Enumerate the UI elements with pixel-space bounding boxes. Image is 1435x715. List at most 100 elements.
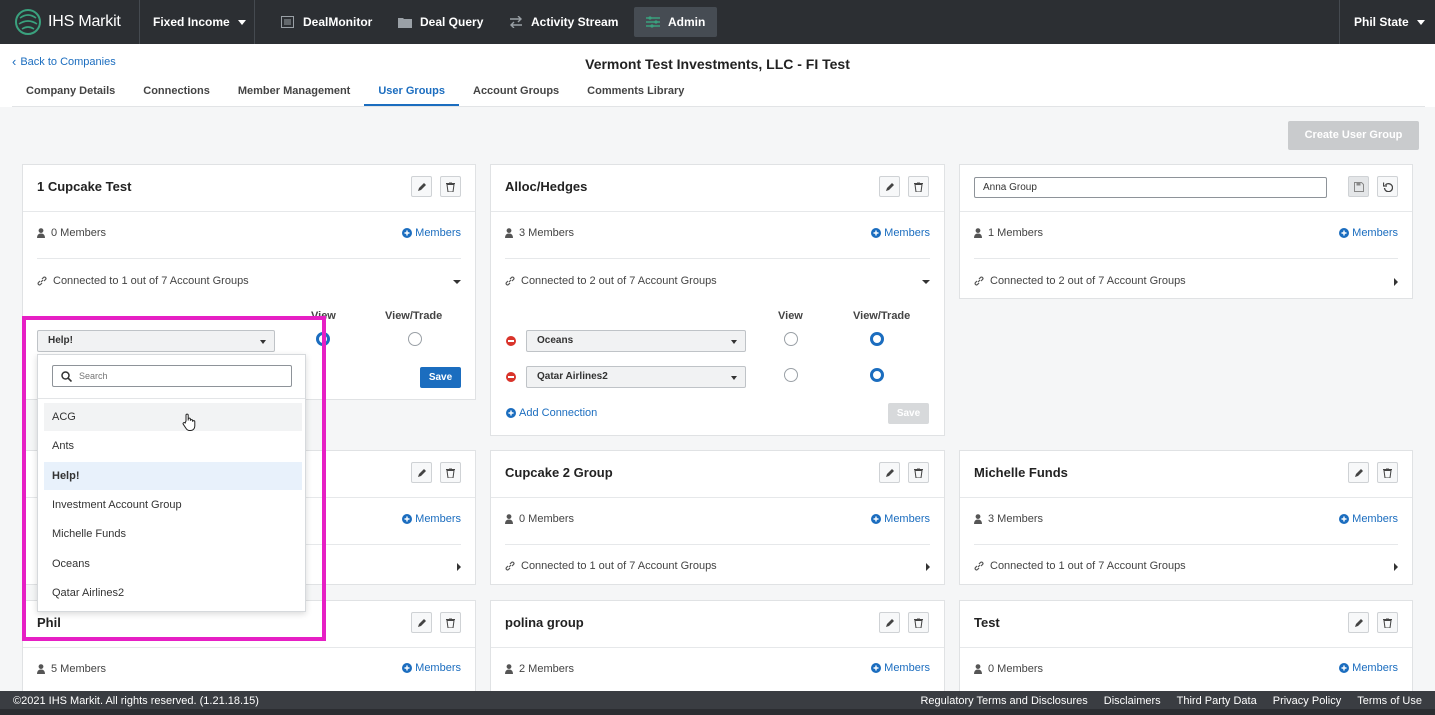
divider xyxy=(960,211,1412,212)
plus-circle-icon xyxy=(402,228,413,238)
chevron-down-icon[interactable] xyxy=(453,280,461,284)
chevron-right-icon[interactable] xyxy=(1394,278,1398,286)
nav-divider xyxy=(254,0,255,44)
members-link[interactable]: Members xyxy=(1339,513,1398,525)
members-link[interactable]: Members xyxy=(402,662,461,674)
product-menu[interactable]: Fixed Income xyxy=(153,0,246,44)
undo-icon xyxy=(1382,182,1393,192)
back-link[interactable]: ‹ Back to Companies xyxy=(12,55,116,68)
user-menu[interactable]: Phil State xyxy=(1354,0,1425,44)
save-button[interactable]: Save xyxy=(888,403,929,424)
create-user-group-button[interactable]: Create User Group xyxy=(1288,121,1419,150)
tab-user-groups[interactable]: User Groups xyxy=(364,78,459,106)
save-button[interactable]: Save xyxy=(420,367,461,388)
connected-row[interactable]: Connected to 2 out of 7 Account Groups xyxy=(505,275,717,287)
footer-link-regulatory[interactable]: Regulatory Terms and Disclosures xyxy=(920,695,1087,707)
account-group-select[interactable]: Oceans xyxy=(526,330,746,352)
tab-account-groups[interactable]: Account Groups xyxy=(459,78,573,106)
footer-link-terms[interactable]: Terms of Use xyxy=(1357,695,1422,707)
nav-divider xyxy=(139,0,140,44)
members-row: 3 Members xyxy=(974,513,1043,525)
edit-button[interactable] xyxy=(1348,612,1369,633)
view-trade-radio[interactable] xyxy=(870,368,884,382)
user-icon xyxy=(37,664,45,674)
remove-connection-icon[interactable] xyxy=(506,336,516,346)
members-row: 5 Members xyxy=(37,663,106,675)
delete-button[interactable] xyxy=(908,612,929,633)
tab-comments-library[interactable]: Comments Library xyxy=(573,78,698,106)
view-trade-radio[interactable] xyxy=(408,332,422,346)
view-trade-radio[interactable] xyxy=(870,332,884,346)
members-link-label: Members xyxy=(415,227,461,239)
members-link[interactable]: Members xyxy=(402,513,461,525)
tab-company-details[interactable]: Company Details xyxy=(12,78,129,106)
footer-links: Regulatory Terms and Disclosures Disclai… xyxy=(920,695,1422,707)
connected-row[interactable]: Connected to 1 out of 7 Account Groups xyxy=(974,560,1186,572)
members-link[interactable]: Members xyxy=(1339,227,1398,239)
view-radio[interactable] xyxy=(784,368,798,382)
trash-icon xyxy=(446,181,455,192)
admin-icon xyxy=(646,15,660,29)
edit-button[interactable] xyxy=(879,612,900,633)
nav-dealmonitor[interactable]: DealMonitor xyxy=(281,0,372,44)
edit-button[interactable] xyxy=(411,612,432,633)
members-link[interactable]: Members xyxy=(871,227,930,239)
edit-button[interactable] xyxy=(1348,462,1369,483)
chevron-right-icon[interactable] xyxy=(926,563,930,571)
view-radio[interactable] xyxy=(784,332,798,346)
connected-row[interactable]: Connected to 1 out of 7 Account Groups xyxy=(505,560,717,572)
trash-icon xyxy=(914,181,923,192)
members-link[interactable]: Members xyxy=(402,227,461,239)
nav-activity-stream[interactable]: Activity Stream xyxy=(509,0,618,44)
divider xyxy=(960,497,1412,498)
plus-circle-icon xyxy=(871,228,882,238)
add-connection-link[interactable]: Add Connection xyxy=(506,407,597,419)
nav-deal-query-label: Deal Query xyxy=(420,15,484,29)
edit-button[interactable] xyxy=(879,176,900,197)
footer-link-privacy[interactable]: Privacy Policy xyxy=(1273,695,1341,707)
members-link[interactable]: Members xyxy=(871,513,930,525)
edit-button[interactable] xyxy=(411,462,432,483)
members-link[interactable]: Members xyxy=(1339,662,1398,674)
link-icon xyxy=(505,561,515,571)
delete-button[interactable] xyxy=(440,176,461,197)
delete-button[interactable] xyxy=(908,176,929,197)
members-link[interactable]: Members xyxy=(871,662,930,674)
remove-connection-icon[interactable] xyxy=(506,372,516,382)
view-trade-column-header: View/Trade xyxy=(853,310,911,322)
undo-button[interactable] xyxy=(1377,176,1398,197)
members-count: 0 Members xyxy=(988,663,1044,675)
footer-link-disclaimers[interactable]: Disclaimers xyxy=(1104,695,1161,707)
trash-icon xyxy=(1383,617,1392,628)
account-group-select[interactable]: Qatar Airlines2 xyxy=(526,366,746,388)
group-name-input[interactable] xyxy=(974,177,1327,198)
members-row: 0 Members xyxy=(505,513,574,525)
edit-button[interactable] xyxy=(879,462,900,483)
delete-button[interactable] xyxy=(440,612,461,633)
user-icon xyxy=(505,664,513,674)
edit-button[interactable] xyxy=(411,176,432,197)
chevron-down-icon[interactable] xyxy=(922,280,930,284)
nav-admin[interactable]: Admin xyxy=(634,7,718,37)
plus-circle-icon xyxy=(1339,228,1350,238)
footer-link-third-party[interactable]: Third Party Data xyxy=(1177,695,1257,707)
members-link-label: Members xyxy=(884,227,930,239)
connected-row[interactable]: Connected to 2 out of 7 Account Groups xyxy=(974,275,1186,287)
tab-connections[interactable]: Connections xyxy=(129,78,224,106)
delete-button[interactable] xyxy=(1377,612,1398,633)
chevron-right-icon[interactable] xyxy=(1394,563,1398,571)
user-icon xyxy=(974,664,982,674)
delete-button[interactable] xyxy=(908,462,929,483)
trash-icon xyxy=(1383,467,1392,478)
user-group-card-editing: 1 Members Members Connected to 2 out of … xyxy=(959,164,1413,299)
members-count: 3 Members xyxy=(988,513,1044,525)
chevron-right-icon[interactable] xyxy=(457,563,461,571)
tab-member-management[interactable]: Member Management xyxy=(224,78,364,106)
brand-logo[interactable]: IHS Markit xyxy=(14,6,124,38)
nav-divider xyxy=(1339,0,1340,44)
delete-button[interactable] xyxy=(440,462,461,483)
nav-deal-query[interactable]: Deal Query xyxy=(398,0,483,44)
save-name-button[interactable] xyxy=(1348,176,1369,197)
delete-button[interactable] xyxy=(1377,462,1398,483)
connected-row[interactable]: Connected to 1 out of 7 Account Groups xyxy=(37,275,249,287)
